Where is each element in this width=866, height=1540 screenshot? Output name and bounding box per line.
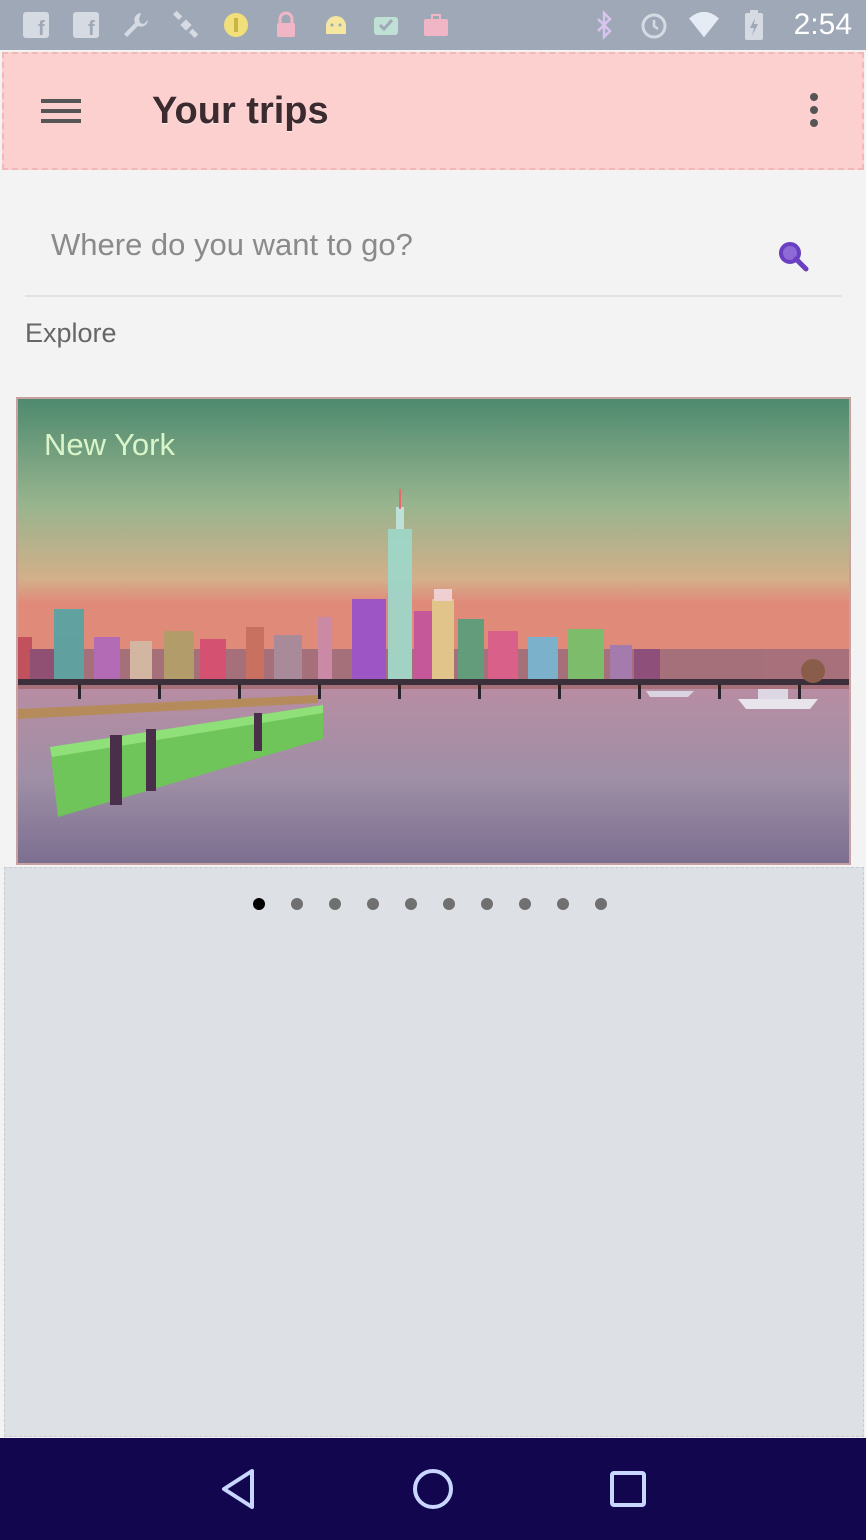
page-dot-2[interactable] [291, 898, 303, 910]
clock-time: 2:54 [793, 8, 852, 41]
page-dot-5[interactable] [405, 898, 417, 910]
status-bar: f f 2:54 [0, 0, 866, 50]
card-title: New York [44, 427, 175, 462]
satellite-icon [170, 9, 202, 41]
page-dot-4[interactable] [367, 898, 379, 910]
destination-card[interactable]: New York [16, 397, 851, 865]
hamburger-menu-icon [41, 99, 81, 123]
page-title: Your trips [152, 89, 329, 132]
more-options-button[interactable] [794, 80, 834, 140]
home-circle-icon [412, 1469, 453, 1509]
facebook-icon: f [70, 9, 102, 41]
svg-text:f: f [88, 18, 95, 40]
svg-text:f: f [38, 18, 45, 40]
alarm-icon [638, 9, 670, 41]
page-dot-1[interactable] [253, 898, 265, 910]
wifi-icon [688, 9, 720, 41]
coin-icon [220, 9, 252, 41]
lock-icon [270, 9, 302, 41]
recents-button[interactable] [598, 1459, 658, 1519]
system-icons: 2:54 [588, 8, 852, 42]
section-title-explore: Explore [25, 318, 117, 348]
notification-icons: f f [20, 9, 452, 41]
facebook-icon: f [20, 9, 52, 41]
recents-square-icon [610, 1471, 647, 1507]
menu-button[interactable] [26, 76, 96, 146]
more-vert-icon [810, 93, 818, 127]
app-bar: Your trips [2, 52, 864, 170]
back-button[interactable] [208, 1459, 268, 1519]
city-skyline-image [18, 399, 849, 863]
bluetooth-icon [588, 9, 620, 41]
battery-icon [738, 9, 770, 41]
page-dot-6[interactable] [443, 898, 455, 910]
back-triangle-icon [221, 1469, 254, 1509]
page-dot-8[interactable] [519, 898, 531, 910]
search-input[interactable] [25, 205, 765, 285]
carousel-page-indicator [253, 898, 607, 910]
system-navigation-bar [0, 1438, 866, 1540]
page-dot-7[interactable] [481, 898, 493, 910]
search-bar [25, 205, 842, 297]
page-dot-9[interactable] [557, 898, 569, 910]
page-dot-10[interactable] [595, 898, 607, 910]
search-button[interactable] [776, 239, 812, 275]
content-panel [4, 867, 864, 1437]
checkbox-icon [370, 9, 402, 41]
search-icon [779, 242, 809, 272]
briefcase-icon [420, 9, 452, 41]
page-dot-3[interactable] [329, 898, 341, 910]
home-button[interactable] [403, 1459, 463, 1519]
android-icon [320, 9, 352, 41]
wrench-icon [120, 9, 152, 41]
